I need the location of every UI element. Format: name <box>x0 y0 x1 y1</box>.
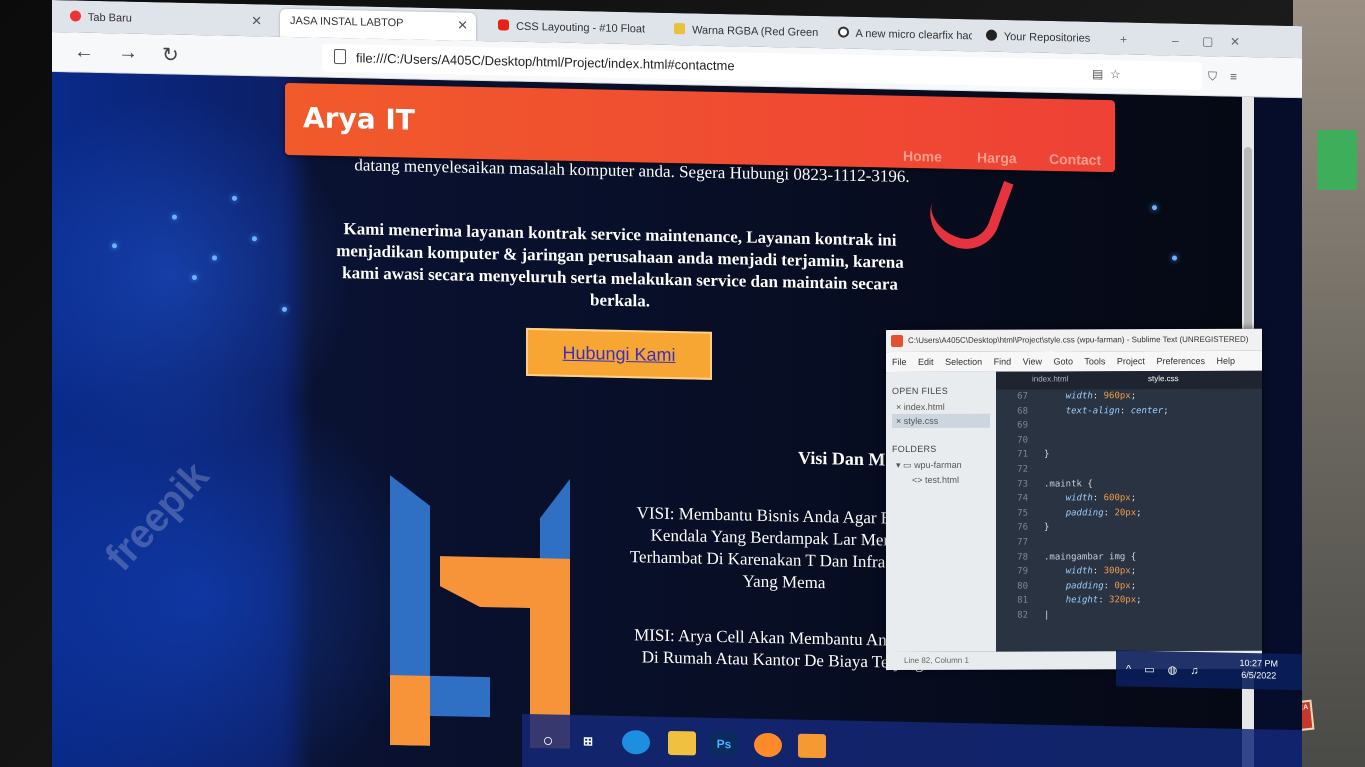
page-icon <box>334 48 346 65</box>
editor-titlebar: C:\Users\A405C\Desktop\html\Project\styl… <box>886 328 1262 353</box>
search-circle-icon[interactable]: ○ <box>534 728 562 753</box>
menu-preferences[interactable]: Preferences <box>1156 356 1205 366</box>
open-file-item[interactable]: × index.html <box>892 400 990 414</box>
tab-label: CSS Layouting - #10 Float <box>516 20 646 36</box>
editor-menubar: File Edit Selection Find View Goto Tools… <box>886 350 1262 373</box>
folder-icon: ▭ <box>903 459 912 471</box>
tab-clearfix[interactable]: A new micro clearfix hac <box>828 20 972 51</box>
background-particle <box>172 214 177 220</box>
sublime-text-window: C:\Users\A405C\Desktop\html\Project\styl… <box>886 328 1262 671</box>
new-tab-button[interactable]: + <box>1120 32 1127 46</box>
url-text: file:///C:/Users/A405C/Desktop/html/Proj… <box>356 50 735 74</box>
menu-view[interactable]: View <box>1023 357 1042 367</box>
tab-label: Warna RGBA (Red Green <box>692 24 819 40</box>
reload-icon[interactable]: ↻ <box>162 42 179 67</box>
firefox-icon <box>70 10 81 22</box>
tray-icons[interactable]: ^ ▭ ◍ ♫ <box>1126 662 1204 677</box>
nav-harga[interactable]: Harga <box>977 149 1017 166</box>
background-object <box>1317 130 1357 190</box>
editor-title: C:\Users\A405C\Desktop\html\Project\styl… <box>908 334 1249 345</box>
shield-icon[interactable]: ⛉ <box>1208 69 1217 84</box>
editor-tab-style[interactable]: style.css <box>1148 374 1179 383</box>
edge-icon[interactable] <box>622 729 650 755</box>
background-particle <box>252 236 257 242</box>
site-icon <box>674 23 685 35</box>
close-icon[interactable]: ✕ <box>457 17 468 33</box>
nav-contact[interactable]: Contact <box>1049 151 1101 168</box>
arya-it-logo <box>390 475 570 749</box>
menu-help[interactable]: Help <box>1216 356 1235 366</box>
forward-icon[interactable]: → <box>118 41 138 64</box>
kontrak-text: Kami menerima layanan kontrak service ma… <box>336 219 904 311</box>
menu-edit[interactable]: Edit <box>918 357 934 367</box>
folder-file-item[interactable]: <> test.html <box>892 473 990 487</box>
background-particle <box>232 195 237 201</box>
folder-item[interactable]: ▾ ▭ wpu-farman <box>892 458 990 473</box>
open-file-item[interactable]: × style.css <box>892 413 990 429</box>
editor-sidebar: OPEN FILES × index.html × style.css FOLD… <box>886 371 996 653</box>
background-particle <box>112 243 117 249</box>
tab-warna-rgba[interactable]: Warna RGBA (Red Green <box>664 17 824 48</box>
menu-icon[interactable]: ≡ <box>1230 70 1237 84</box>
bookmark-star-icon[interactable]: ☆ <box>1110 67 1121 81</box>
tab-label: Your Repositories <box>1003 30 1091 45</box>
task-view-icon[interactable]: ⊞ <box>574 729 602 754</box>
background-particle <box>282 306 287 312</box>
nav-home[interactable]: Home <box>903 148 942 165</box>
watermark-text: freepik <box>96 453 218 580</box>
tab-label: JASA INSTAL LABTOP <box>290 14 404 30</box>
tab-label: A new micro clearfix hac <box>855 27 972 43</box>
background-particle <box>1152 205 1157 211</box>
sublime-icon <box>891 335 903 348</box>
tab-new[interactable]: Tab Baru ✕ <box>60 4 270 36</box>
menu-project[interactable]: Project <box>1117 356 1145 366</box>
file-explorer-icon[interactable] <box>668 730 696 756</box>
github-icon <box>986 29 997 41</box>
site-icon <box>838 26 849 38</box>
system-tray: ^ ▭ ◍ ♫ 10:27 PM 6/5/2022 <box>1116 650 1302 691</box>
menu-tools[interactable]: Tools <box>1084 356 1105 366</box>
code-area[interactable]: 67 68 69 70 71 72 73 74 75 76 77 78 79 80 81 82 … <box>996 389 1262 652</box>
site-brand[interactable]: Arya IT <box>303 101 415 136</box>
reader-icon[interactable]: ▤ <box>1092 67 1103 81</box>
background-particle <box>1172 255 1177 261</box>
tab-repositories[interactable]: Your Repositories <box>976 23 1116 54</box>
back-icon[interactable]: ← <box>74 40 94 63</box>
menu-selection[interactable]: Selection <box>945 357 982 367</box>
menu-file[interactable]: File <box>892 357 907 367</box>
background-particle <box>212 255 217 261</box>
scrollbar-thumb[interactable] <box>1244 146 1252 338</box>
hubungi-kami-button[interactable]: Hubungi Kami <box>526 327 712 380</box>
visi-misi-heading: Visi Dan M <box>798 447 886 470</box>
maximize-button[interactable]: ▢ <box>1202 34 1213 48</box>
tab-label: Tab Baru <box>87 11 132 25</box>
folders-header: FOLDERS <box>892 443 937 455</box>
editor-tab-index[interactable]: index.html <box>1032 374 1068 383</box>
open-files-header: OPEN FILES <box>892 385 949 397</box>
tray-clock[interactable]: 10:27 PM 6/5/2022 <box>1239 657 1278 682</box>
menu-goto[interactable]: Goto <box>1054 356 1074 366</box>
photoshop-icon[interactable]: Ps <box>710 731 738 757</box>
line-numbers: 67 68 69 70 71 72 73 74 75 76 77 78 79 80 81 82 <box>1017 391 1028 621</box>
background-wall <box>1293 0 1365 767</box>
close-icon[interactable]: ✕ <box>251 13 262 29</box>
tab-css-layouting[interactable]: CSS Layouting - #10 Float <box>488 13 654 44</box>
monitor-screen: Tab Baru ✕ JASA INSTAL LABTOP ✕ CSS Layo… <box>52 0 1302 767</box>
sublime-text-icon[interactable] <box>798 733 826 759</box>
tab-jasa-instal[interactable]: JASA INSTAL LABTOP ✕ <box>280 8 476 41</box>
menu-find[interactable]: Find <box>994 357 1012 367</box>
minimize-button[interactable]: – <box>1172 33 1179 47</box>
youtube-icon <box>498 19 509 31</box>
editor-status-text: Line 82, Column 1 <box>904 655 969 666</box>
background-particle <box>192 274 197 281</box>
close-window-button[interactable]: ✕ <box>1230 35 1240 49</box>
firefox-icon[interactable] <box>754 732 782 758</box>
editor-tabs: index.html style.css <box>996 370 1262 390</box>
code-text: width: 960px; text-align: center; } .mai… <box>1044 391 1169 621</box>
